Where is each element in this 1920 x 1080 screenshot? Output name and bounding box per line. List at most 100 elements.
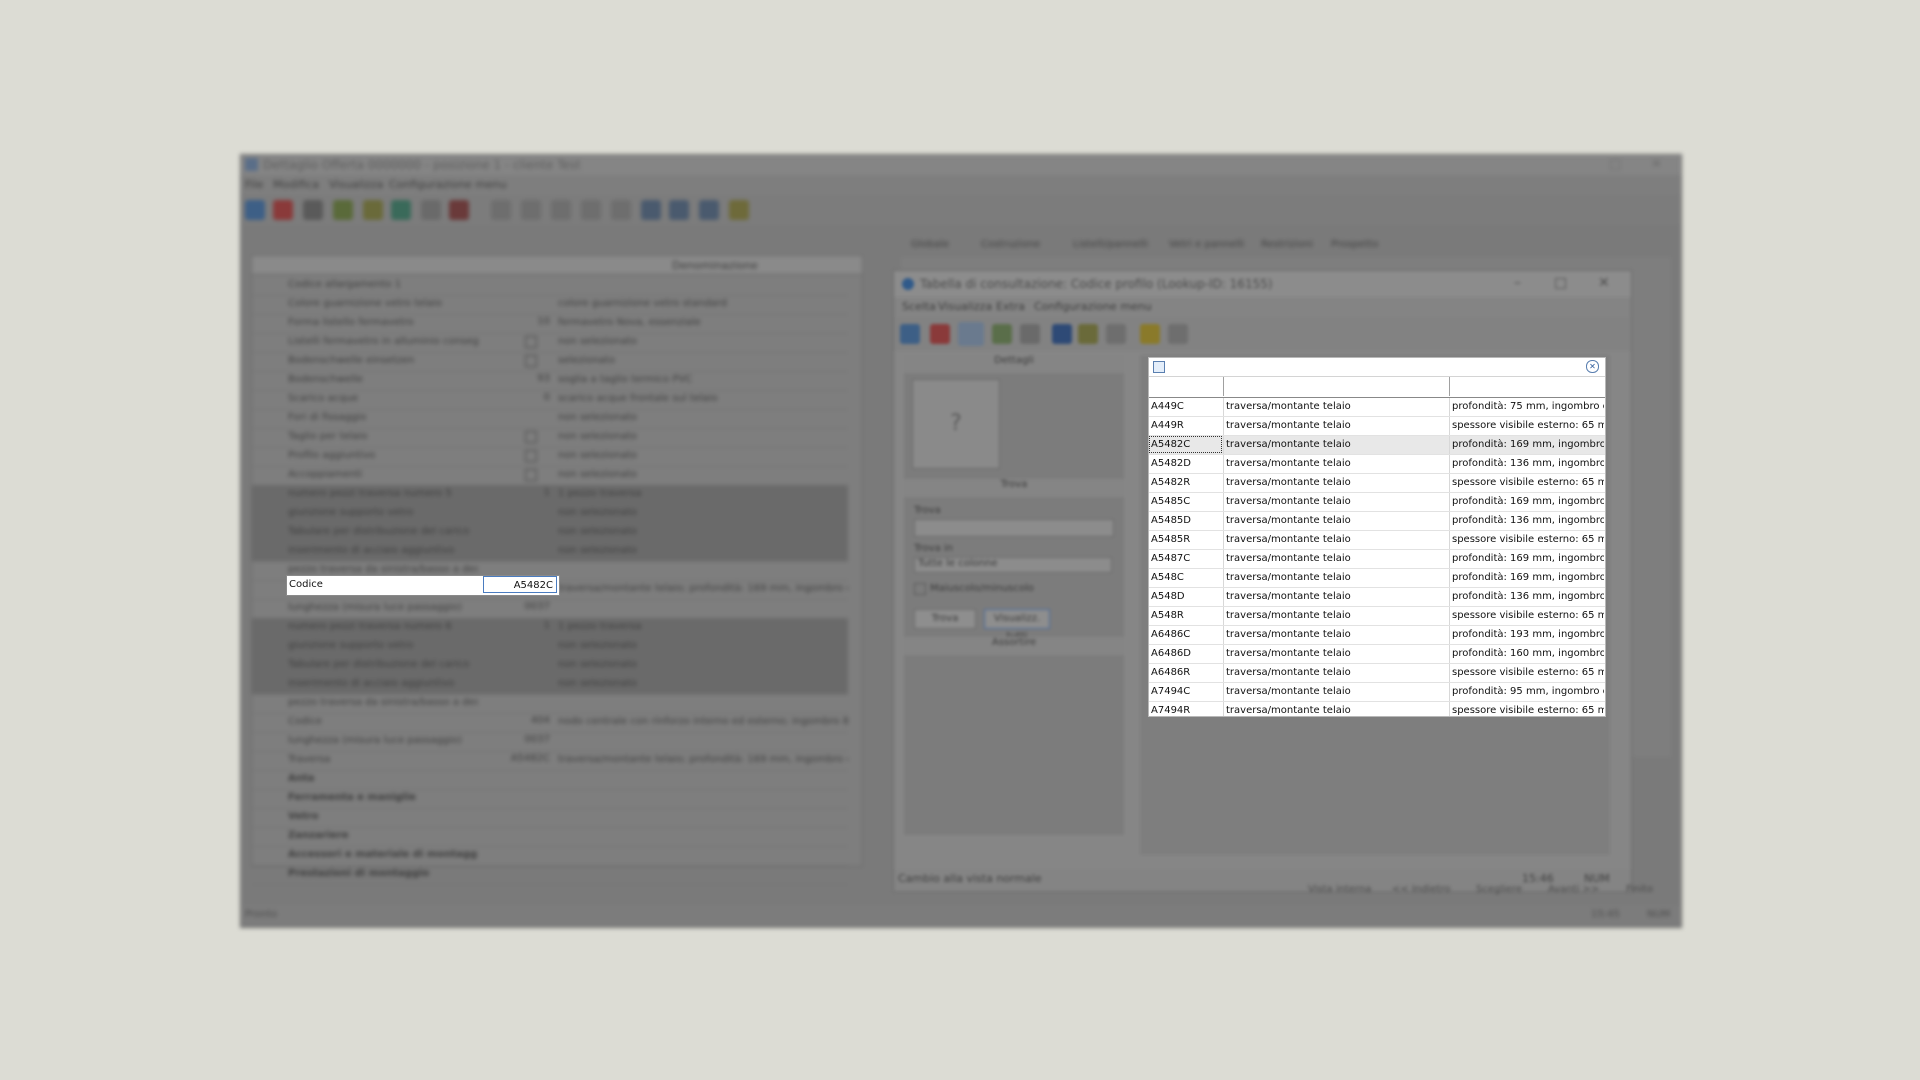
grid-row-value[interactable] xyxy=(480,278,550,292)
result-row[interactable]: A5482D traversa/montante telaio profondità… xyxy=(1149,455,1605,474)
result-row[interactable]: A6486C traversa/montante telaio profondità… xyxy=(1149,626,1605,645)
grid-row[interactable]: Codice allargamento 1 xyxy=(252,276,848,296)
grid-row-value[interactable]: 0037 xyxy=(480,734,550,748)
grid-row-value[interactable] xyxy=(480,791,550,805)
grid-row-value[interactable] xyxy=(480,677,550,691)
result-row[interactable]: A548R traversa/montante telaio spessore vi… xyxy=(1149,607,1605,626)
tab-globale[interactable]: Globale xyxy=(911,239,949,250)
grid-row[interactable]: Bodenschwelle 93 soglia a taglio termico P… xyxy=(252,371,848,391)
grid-row[interactable]: giunzione supporto vetro non selezionato xyxy=(252,637,848,657)
grid-row-value[interactable] xyxy=(480,696,550,710)
key-icon[interactable] xyxy=(729,200,749,220)
menu-modifica[interactable]: Modifica xyxy=(273,178,319,191)
grid-row-value[interactable]: 0037 xyxy=(480,601,550,615)
stop-icon[interactable] xyxy=(930,324,950,344)
image-icon[interactable] xyxy=(992,324,1012,344)
grid-row[interactable]: Tabulare per distribuzione del carico non… xyxy=(252,656,848,676)
document-icon[interactable] xyxy=(1168,324,1188,344)
result-row[interactable]: A5485C traversa/montante telaio profondità… xyxy=(1149,493,1605,512)
tab-costruzione[interactable]: Costruzione xyxy=(981,239,1040,250)
grid-group-row[interactable]: Ferramenta e maniglie xyxy=(252,789,848,809)
document-icon[interactable] xyxy=(421,200,441,220)
vista-interna-button[interactable]: Vista interna xyxy=(1308,884,1371,895)
grid-icon[interactable] xyxy=(641,200,661,220)
result-row[interactable]: A6486D traversa/montante telaio profondità… xyxy=(1149,645,1605,664)
stop-icon[interactable] xyxy=(273,200,293,220)
menu-scelta[interactable]: Scelta xyxy=(902,300,936,313)
puzzle-icon[interactable] xyxy=(449,200,469,220)
tab-listelli[interactable]: Listelli/pannelli xyxy=(1073,239,1148,250)
grid-row-value[interactable] xyxy=(480,810,550,824)
grid-row[interactable]: numero pezzi traversa numero 5 1 1 pezzo t… xyxy=(252,485,848,505)
menu-configurazione[interactable]: Configurazione menu xyxy=(389,178,507,191)
result-row[interactable]: A548D traversa/montante telaio profondità:… xyxy=(1149,588,1605,607)
search-in-select[interactable]: Tutte le colonne xyxy=(914,557,1112,573)
filter-icon[interactable] xyxy=(1020,324,1040,344)
menu-file[interactable]: File xyxy=(245,178,263,191)
tab-restrizioni[interactable]: Restrizioni xyxy=(1261,239,1313,250)
result-row[interactable]: A5482R traversa/montante telaio spessore v… xyxy=(1149,474,1605,493)
grid-row[interactable]: inserimento di acciaio aggiuntivo non sel… xyxy=(252,542,848,562)
maximize-icon[interactable]: □ xyxy=(1554,275,1567,291)
result-row[interactable]: A6486R traversa/montante telaio spessore v… xyxy=(1149,664,1605,683)
grid-row[interactable]: Accoppiamenti non selezionato xyxy=(252,466,848,486)
grid-row[interactable]: lunghezza (misura luce passaggio) 0037 xyxy=(252,732,848,752)
next-icon[interactable] xyxy=(581,200,601,220)
result-row[interactable]: A449C traversa/montante telaio profondità:… xyxy=(1149,398,1605,417)
edit-icon[interactable] xyxy=(363,200,383,220)
result-row[interactable]: A5485D traversa/montante telaio profondità… xyxy=(1149,512,1605,531)
details-header[interactable]: Dettagli xyxy=(904,355,1124,373)
star-icon[interactable] xyxy=(1140,324,1160,344)
find-button[interactable]: Trova xyxy=(914,609,976,629)
grid-row[interactable]: inserimento di acciaio aggiuntivo non sel… xyxy=(252,675,848,695)
shape-icon[interactable] xyxy=(391,200,411,220)
grid-row[interactable]: giunzione supporto vetro non selezionato xyxy=(252,504,848,524)
menu-visualizza[interactable]: Visualizza xyxy=(329,178,383,191)
codice-input[interactable]: A5482C xyxy=(483,576,557,593)
finish-button[interactable]: Finito xyxy=(1626,884,1653,895)
show-all-button[interactable]: Visualizz. tutti xyxy=(984,609,1050,642)
menu-visualizza[interactable]: Visualizza xyxy=(938,300,992,313)
grid-row-value[interactable] xyxy=(480,867,550,881)
result-row[interactable]: A5485R traversa/montante telaio spessore v… xyxy=(1149,531,1605,550)
last-icon[interactable] xyxy=(611,200,631,220)
grid-group-row[interactable]: Prestazioni di montaggio xyxy=(252,865,848,885)
pencil-icon[interactable] xyxy=(1106,324,1126,344)
close-icon[interactable]: ✕ xyxy=(1598,275,1610,291)
grid-row[interactable]: pezzo traversa da sinistra/basso a destr… xyxy=(252,694,848,714)
grid-row-value[interactable] xyxy=(480,525,550,539)
grid-group-row[interactable]: Anta xyxy=(252,770,848,790)
filter-header[interactable]: Assortire xyxy=(904,637,1124,655)
grid-row[interactable]: Taglio per telaio non selezionato xyxy=(252,428,848,448)
column-header-description[interactable] xyxy=(1224,377,1450,396)
choose-button[interactable]: Scegliere xyxy=(1476,884,1522,895)
case-checkbox[interactable] xyxy=(914,583,926,595)
menu-extra[interactable]: Extra xyxy=(996,300,1025,313)
refresh-icon[interactable] xyxy=(1078,324,1098,344)
result-row[interactable]: A449R traversa/montante telaio spessore vi… xyxy=(1149,417,1605,436)
grid-row[interactable]: Forma listello fermavetro 10 fermavetro No… xyxy=(252,314,848,334)
grid-row-value[interactable] xyxy=(480,506,550,520)
search-input[interactable] xyxy=(914,519,1114,537)
grid-row-checkbox[interactable] xyxy=(525,355,537,367)
grid-row-checkbox[interactable] xyxy=(525,431,537,443)
center-icon[interactable] xyxy=(551,200,571,220)
grid-row[interactable]: Colore guarnizione vetro telaio colore gu… xyxy=(252,295,848,315)
grid-group-row[interactable]: Zanzariere xyxy=(252,827,848,847)
grid-row-value[interactable]: 1 xyxy=(480,487,550,501)
result-row[interactable]: A7494C traversa/montante telaio profondità… xyxy=(1149,683,1605,702)
close-icon[interactable]: ✕ xyxy=(1651,157,1662,172)
tab-vetri[interactable]: Vetri e pannelli xyxy=(1169,239,1244,250)
arrow-icon[interactable] xyxy=(333,200,353,220)
grid-row-value[interactable] xyxy=(480,848,550,862)
grid-row-value[interactable] xyxy=(480,411,550,425)
grid-row-value[interactable] xyxy=(480,772,550,786)
prev-icon[interactable] xyxy=(521,200,541,220)
result-row[interactable]: A548C traversa/montante telaio profondità:… xyxy=(1149,569,1605,588)
maximize-icon[interactable]: □ xyxy=(1609,157,1621,172)
grid-row[interactable]: Tabulare per distribuzione del carico non… xyxy=(252,523,848,543)
grid-row[interactable]: Bodenschwelle einsetzen selezionato xyxy=(252,352,848,372)
grid-row[interactable]: Scarico acque 0 scarico acque frontale sul… xyxy=(252,390,848,410)
tab-prospetto[interactable]: Prospetto xyxy=(1331,239,1379,250)
grid-row-value[interactable] xyxy=(480,639,550,653)
